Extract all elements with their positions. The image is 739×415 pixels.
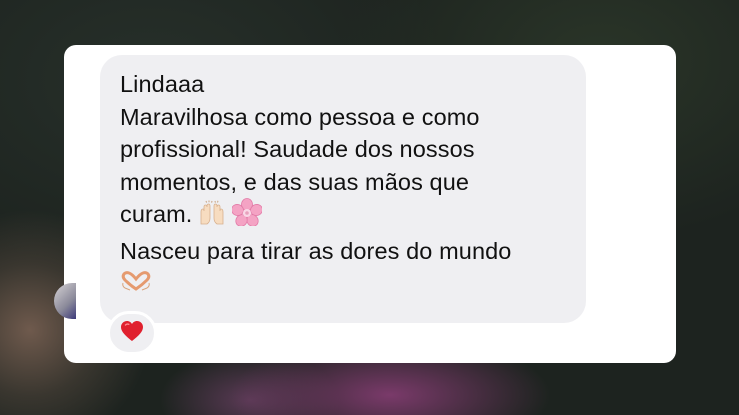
heart-hands-emoji [120, 269, 152, 302]
heart-reaction[interactable] [107, 311, 157, 355]
message-line-6: Nasceu para tirar as dores do mundo [120, 237, 512, 264]
red-heart-icon [120, 320, 144, 347]
raising-hands-emoji [198, 200, 226, 235]
message-line-4: momentos, e das suas mãos que [120, 168, 470, 195]
cherry-blossom-emoji [231, 198, 264, 235]
message-text: Lindaaa Maravilhosa como pessoa e como p… [120, 68, 570, 302]
message-line-3: profissional! Saudade dos nossos [120, 136, 475, 162]
message-line-2: Maravilhosa como pessoa e como [120, 103, 480, 130]
message-line-5-text: curam. [120, 201, 193, 227]
message-line-7 [120, 267, 570, 302]
message-line-5: curam. [120, 198, 570, 235]
message-line-1: Lindaaa [120, 71, 205, 97]
